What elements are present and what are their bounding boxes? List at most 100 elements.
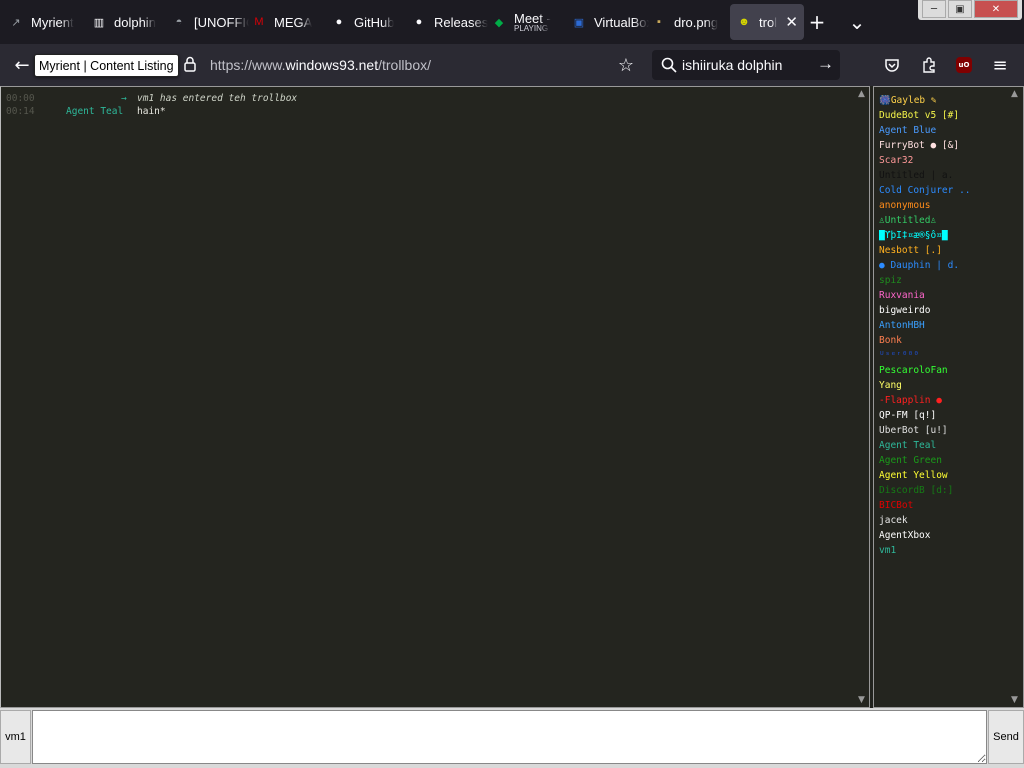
tab-title: [UNOFFICIAL] bbox=[194, 14, 249, 30]
image-icon: ▪ bbox=[657, 16, 661, 28]
message-nick[interactable]: Agent Teal bbox=[66, 106, 123, 117]
user-list-item[interactable]: AntonHBH bbox=[879, 320, 1004, 334]
tab-title: Meet - bbox=[514, 11, 551, 26]
user-list-item[interactable]: Bonk bbox=[879, 335, 1004, 349]
user-list-item[interactable]: bigweirdo bbox=[879, 305, 1004, 319]
restore-button[interactable]: ▣ bbox=[948, 0, 972, 18]
tab-title: dro.png bbox=[674, 14, 719, 30]
user-list-item[interactable]: Agent Blue bbox=[879, 125, 1004, 139]
user-list-item[interactable]: Cold Conjurer .. bbox=[879, 185, 1004, 199]
tab-8[interactable]: ▣ VirtualBox bbox=[571, 4, 649, 40]
tab-title: Releases bbox=[434, 14, 489, 30]
user-list-item[interactable]: Agent Yellow bbox=[879, 470, 1004, 484]
tab-label: Meet - PLAYING bbox=[514, 12, 551, 33]
user-list-item[interactable]: AgentXbox bbox=[879, 530, 1004, 544]
tab-title: GitHub bbox=[354, 14, 395, 30]
message-time: 00:00 bbox=[6, 93, 35, 104]
close-window-button[interactable]: ✕ bbox=[974, 0, 1018, 18]
user-list-item[interactable]: spiz bbox=[879, 275, 1004, 289]
user-list-item[interactable]: BICBot bbox=[879, 500, 1004, 514]
user-list-item[interactable]: anonymous bbox=[879, 200, 1004, 214]
user-list-item[interactable]: Yang bbox=[879, 380, 1004, 394]
tab-2[interactable]: ▥ dolphin bbox=[91, 4, 169, 40]
user-list-item[interactable]: Agent Green bbox=[879, 455, 1004, 469]
user-list-item[interactable]: DiscordB [d:] bbox=[879, 485, 1004, 499]
tab-label: MEGA bbox=[274, 15, 312, 30]
user-list-item[interactable]: Untitled | a. bbox=[879, 170, 1004, 184]
tab-9[interactable]: ▪ dro.png bbox=[651, 4, 721, 40]
user-list-item[interactable]: vm1 bbox=[879, 545, 1004, 559]
mega-icon: M bbox=[254, 16, 264, 28]
user-list-item[interactable]: DudeBot v5 [#] bbox=[879, 110, 1004, 124]
tab-title: VirtualBox bbox=[594, 14, 649, 30]
user-list-item[interactable]: Ruxvania bbox=[879, 290, 1004, 304]
tab-10[interactable]: ☻ trollbox ✕ bbox=[730, 4, 804, 40]
search-icon bbox=[661, 57, 677, 76]
user-list-item[interactable]: Scar32 bbox=[879, 155, 1004, 169]
minimize-button[interactable]: ─ bbox=[922, 0, 946, 18]
user-list-item[interactable]: █ϒþΙ‡¤æ®§ô¤█ bbox=[879, 230, 1004, 244]
user-list-item[interactable]: ● Dauphin | d. bbox=[879, 260, 1004, 274]
tab-label: [UNOFFICIAL] bbox=[194, 15, 249, 30]
users-scroll-up-icon[interactable]: ▲ bbox=[1011, 89, 1018, 99]
chat-log[interactable]: 00:00 → vm1 has entered teh trollbox 00:14 A… bbox=[0, 86, 870, 708]
tab-7[interactable]: ◆ Meet - PLAYING bbox=[491, 4, 569, 40]
url-host: windows93.net bbox=[285, 57, 379, 73]
bookmark-star-icon[interactable]: ☆ bbox=[614, 53, 638, 77]
user-list-item[interactable]: Agent Teal bbox=[879, 440, 1004, 454]
close-tab-icon[interactable]: ✕ bbox=[785, 13, 798, 31]
tab-label: Releases bbox=[434, 15, 488, 30]
menu-hamburger-icon[interactable]: ≡ bbox=[988, 53, 1012, 77]
github-icon: ● bbox=[335, 16, 343, 28]
chat-input-row: vm1 Send bbox=[0, 708, 1024, 768]
users-scroll-down-icon[interactable]: ▼ bbox=[1011, 695, 1018, 705]
search-go-arrow-icon[interactable]: → bbox=[817, 54, 834, 74]
tab-1[interactable]: ↗ Myrient bbox=[8, 4, 86, 40]
user-list-item[interactable]: jacek bbox=[879, 515, 1004, 529]
tab-6[interactable]: ● Releases bbox=[411, 4, 489, 40]
search-text: ishiiruka dolphin bbox=[682, 57, 783, 73]
user-list-item[interactable]: FurryBot ● [&] bbox=[879, 140, 1004, 154]
tab-label: Myrient bbox=[31, 15, 74, 30]
github-icon: ● bbox=[415, 16, 423, 28]
url-bar[interactable]: https://www. windows93.net/trollbox/ bbox=[178, 51, 648, 79]
myrient-icon: ↗ bbox=[11, 16, 21, 29]
list-all-tabs-button[interactable]: ⌄ bbox=[843, 8, 871, 36]
url-prefix: https://www. bbox=[210, 57, 286, 73]
message-time: 00:14 bbox=[6, 106, 35, 117]
user-list-item[interactable]: ᵁˢᵉʳ⁰⁰⁰ bbox=[879, 350, 1004, 364]
back-arrow-icon[interactable]: ← bbox=[10, 53, 34, 77]
ublock-origin-icon[interactable]: uO bbox=[952, 53, 976, 77]
tab-title: trollbox bbox=[759, 14, 778, 30]
chat-scroll-down-icon[interactable]: ▼ bbox=[858, 695, 865, 705]
tab-title: dolphin bbox=[114, 14, 156, 30]
extensions-puzzle-icon[interactable] bbox=[917, 53, 941, 77]
tab-label: VirtualBox bbox=[594, 15, 649, 30]
user-list-item[interactable]: Nesbott [.] bbox=[879, 245, 1004, 259]
message-input[interactable] bbox=[32, 710, 987, 764]
tab-strip: ↗ Myrient ▥ dolphin ◓ [UNOFFICIAL] M MEGA ● GitHu… bbox=[0, 0, 1024, 44]
tab-4[interactable]: M MEGA bbox=[251, 4, 329, 40]
new-tab-button[interactable]: + bbox=[803, 8, 831, 36]
user-list-item[interactable]: -Flapplin ● bbox=[879, 395, 1004, 409]
chat-scroll-up-icon[interactable]: ▲ bbox=[858, 89, 865, 99]
search-bar[interactable]: ishiiruka dolphin → bbox=[652, 50, 840, 80]
user-list-item[interactable]: ♙Untitled♙ bbox=[879, 215, 1004, 229]
tab-3[interactable]: ◓ [UNOFFICIAL] bbox=[171, 4, 249, 40]
tab-label: trollbox bbox=[759, 15, 777, 30]
tab-title: MEGA bbox=[274, 14, 313, 30]
send-button[interactable]: Send bbox=[988, 710, 1024, 764]
user-list-item[interactable]: QP-FM [q!] bbox=[879, 410, 1004, 424]
tab-5[interactable]: ● GitHub bbox=[331, 4, 409, 40]
archive-icon: ▥ bbox=[93, 16, 105, 29]
tab-label: dro.png bbox=[674, 15, 718, 30]
user-list-item[interactable]: ÜberBot [u!] bbox=[879, 425, 1004, 439]
pocket-icon[interactable] bbox=[880, 53, 904, 77]
controller-icon: ◓ bbox=[175, 16, 183, 28]
join-arrow-icon: → bbox=[121, 93, 127, 104]
user-list[interactable]: 🎆Gayleb ✎ DudeBot v5 [#] Agent Blue FurryBo… bbox=[873, 86, 1024, 708]
tab-label: dolphin bbox=[114, 15, 156, 30]
user-list-item[interactable]: 🎆Gayleb ✎ bbox=[879, 95, 1004, 109]
nickname-button[interactable]: vm1 bbox=[0, 710, 31, 764]
user-list-item[interactable]: PescaroloFan bbox=[879, 365, 1004, 379]
